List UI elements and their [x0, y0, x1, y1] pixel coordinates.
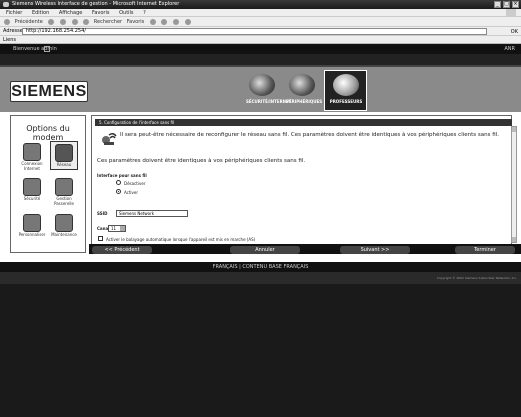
intro-text: Il sera peut-être nécessaire de reconfig…: [120, 132, 499, 138]
gateway-icon: [55, 178, 73, 196]
siemens-logo: SIEMENS: [10, 81, 88, 102]
wireless-icon: [102, 132, 117, 145]
back-arrow-icon[interactable]: [4, 18, 10, 25]
chevron-down-icon[interactable]: [120, 226, 125, 231]
stop-icon[interactable]: [60, 18, 67, 25]
tab-security-label: SÉCURITÉ/INTERNET: [246, 99, 292, 104]
tab-devices-label: PÉRIPHÉRIQUES: [286, 99, 323, 104]
section-title: 5. Configuration de l'interface sans fil: [95, 119, 512, 126]
radio-enable-label: Activer: [124, 190, 139, 195]
tab-router[interactable]: PROFESSEURS: [327, 74, 365, 109]
sidebar-item-label: Maintenance: [51, 232, 77, 237]
finish-button[interactable]: Terminer: [455, 246, 515, 254]
menu-help[interactable]: ?: [143, 10, 146, 16]
address-label: Adresse: [3, 28, 23, 34]
ssid-label: SSID: [97, 211, 108, 216]
page-background: [0, 284, 521, 417]
search-button[interactable]: Rechercher: [94, 17, 122, 26]
interface-label: Interface pour sans fil: [97, 173, 147, 178]
sidebar-item-network[interactable]: Réseau: [50, 141, 78, 170]
router-icon: [333, 74, 359, 96]
network-icon: [55, 144, 73, 162]
print-icon[interactable]: [184, 18, 191, 25]
welcome-bar: Bienvenue admin ANR: [0, 44, 521, 54]
menu-tools[interactable]: Outils: [119, 10, 133, 16]
links-label[interactable]: Liens: [3, 37, 16, 43]
sidebar-item-internet[interactable]: Connexion Internet: [18, 143, 46, 171]
close-button[interactable]: ×: [512, 1, 519, 8]
back-nav-button[interactable]: << Précédent: [92, 246, 152, 254]
sidebar-item-label: Connexion Internet: [21, 161, 43, 171]
menu-edit[interactable]: Edition: [32, 10, 49, 16]
customize-icon: [23, 214, 41, 232]
minimize-button[interactable]: _: [494, 1, 501, 8]
cancel-button[interactable]: Annuler: [230, 246, 300, 254]
menu-view[interactable]: Affichage: [59, 10, 83, 16]
sidebar-item-label: Gestion Passerelle: [53, 196, 74, 206]
user-icon[interactable]: [44, 46, 50, 52]
radio-disable-label: Désactiver: [124, 181, 146, 186]
sidebar-title: Options du modem: [26, 124, 70, 142]
mail-icon[interactable]: [173, 18, 180, 25]
window-title: Siemens Wireless Interface de gestion - …: [12, 1, 180, 7]
channel-value: 11: [111, 226, 117, 231]
autoscan-label: Activer le balayage automatique lorsque …: [106, 237, 256, 242]
home-icon[interactable]: [83, 18, 90, 25]
ssid-input[interactable]: Siemens Network: [116, 210, 188, 217]
favorites-button[interactable]: Favoris: [127, 17, 145, 26]
sidebar-item-label: Sécurité: [23, 196, 41, 201]
tab-security[interactable]: SÉCURITÉ/INTERNET: [246, 74, 292, 109]
address-bar: Adresse http://192.168.254.254/ OK: [0, 27, 521, 36]
forward-arrow-icon[interactable]: [48, 18, 55, 25]
radio-disable[interactable]: [116, 180, 121, 185]
sidebar-item-label: Personnaliser: [18, 232, 46, 237]
next-button[interactable]: Suivant >>: [340, 246, 410, 254]
sidebar-item-maintenance[interactable]: Maintenance: [50, 214, 78, 237]
menubar: Fichier Edition Affichage Favoris Outils…: [0, 9, 521, 17]
window-titlebar: Siemens Wireless Interface de gestion - …: [0, 0, 521, 9]
sidebar-item-label: Réseau: [56, 162, 72, 167]
menu-favorites[interactable]: Favoris: [92, 10, 110, 16]
security-icon: [249, 74, 275, 96]
top-spacer-bar: [0, 54, 521, 67]
media-icon[interactable]: [149, 18, 156, 25]
maintenance-icon: [55, 214, 73, 232]
autoscan-checkbox[interactable]: [98, 236, 103, 241]
links-bar: Liens: [0, 36, 521, 44]
browser-toolbar: Précédente Rechercher Favoris: [0, 17, 521, 27]
internet-icon: [23, 143, 41, 161]
welcome-text: Bienvenue admin: [13, 46, 57, 52]
history-icon[interactable]: [161, 18, 168, 25]
sidebar-item-security[interactable]: Sécurité: [18, 178, 46, 201]
sidebar-item-customize[interactable]: Personnaliser: [18, 214, 46, 237]
menu-file[interactable]: Fichier: [6, 10, 22, 16]
scroll-up-arrow-icon[interactable]: [512, 127, 516, 132]
sidebar-item-gateway[interactable]: Gestion Passerelle: [50, 178, 78, 206]
scrollbar[interactable]: [511, 126, 517, 243]
back-button[interactable]: Précédente: [15, 17, 43, 26]
refresh-icon[interactable]: [71, 18, 78, 25]
ie-icon: [3, 2, 9, 7]
radio-enable[interactable]: [116, 189, 121, 194]
security-shield-icon: [23, 178, 41, 196]
tab-router-label: PROFESSEURS: [329, 99, 363, 104]
channel-select[interactable]: 11: [108, 225, 126, 232]
devices-icon: [289, 74, 315, 96]
scroll-down-arrow-icon[interactable]: [512, 237, 516, 242]
indicator-text: ANR: [504, 46, 515, 52]
tab-devices[interactable]: PÉRIPHÉRIQUES: [286, 74, 323, 109]
windows-logo-icon: [506, 9, 516, 17]
language-footer[interactable]: FRANÇAIS | CONTENU BASE FRANÇAIS: [0, 262, 521, 272]
address-input[interactable]: http://192.168.254.254/: [22, 28, 487, 35]
maximize-button[interactable]: □: [503, 1, 510, 8]
copyright-footer: Copyright © 2002 Siemens Subscriber Netw…: [0, 272, 521, 284]
note-text: Ces paramètres doivent être identiques à…: [97, 158, 306, 164]
